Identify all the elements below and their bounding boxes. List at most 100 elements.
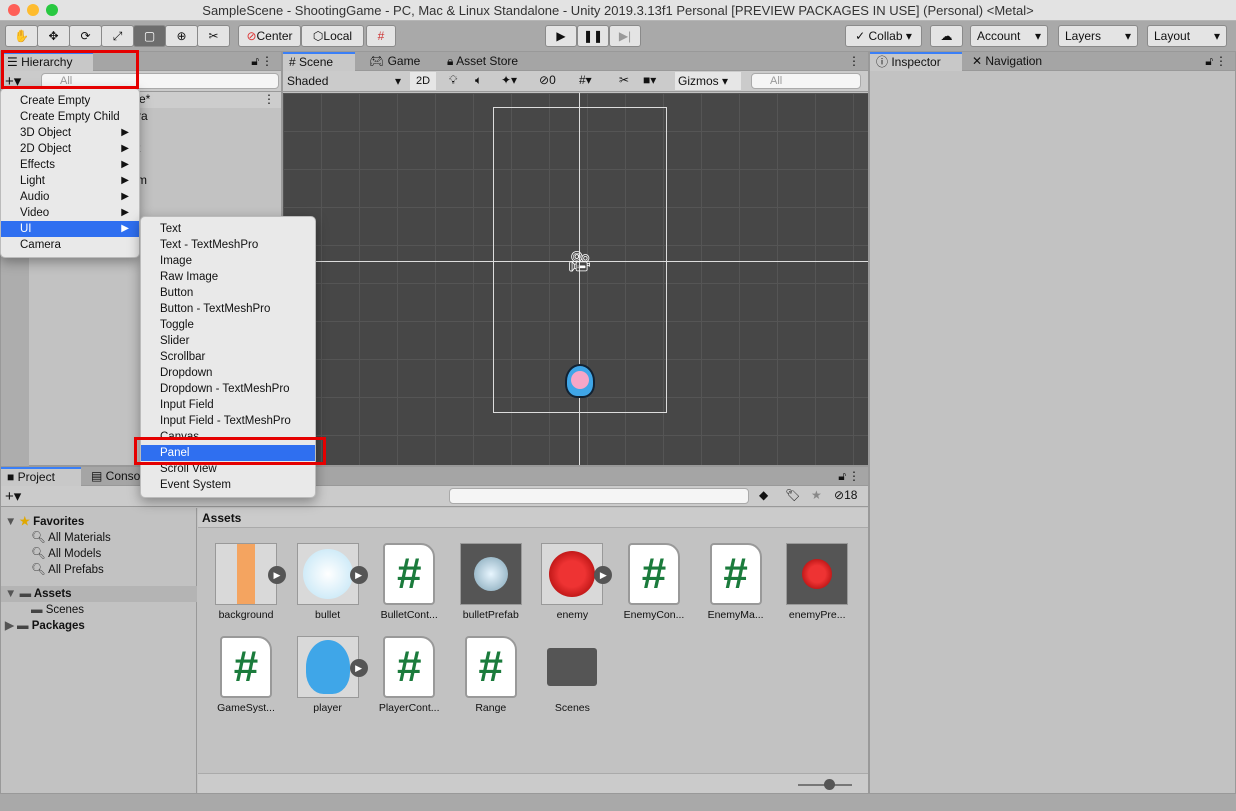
play-button[interactable]: ▶ xyxy=(545,25,577,47)
create-menu-item-create-empty-child[interactable]: Create Empty Child xyxy=(1,109,139,125)
create-menu-item-camera[interactable]: Camera xyxy=(1,237,139,253)
ui-menu-item-input-field-textmeshpro[interactable]: Input Field - TextMeshPro xyxy=(141,413,315,429)
tree-item-scenes[interactable]: ▬ Scenes xyxy=(1,602,197,618)
zoom-slider-thumb[interactable] xyxy=(824,779,835,790)
more-icon[interactable]: ⋮ xyxy=(848,54,860,68)
asset-bulletprefab[interactable]: bulletPrefab xyxy=(451,543,531,621)
tools-icon[interactable]: ✂ xyxy=(619,73,629,87)
tree-item-assets[interactable]: ▼ ▬ Assets xyxy=(1,586,197,602)
tab-scene[interactable]: # Scene xyxy=(283,52,355,71)
create-menu-item-light[interactable]: Light ▶ xyxy=(1,173,139,189)
hidden-objects-toggle[interactable]: ⊘0 xyxy=(539,73,556,87)
pivot-toggle[interactable]: ⊘ Center xyxy=(238,25,301,47)
ui-menu-item-toggle[interactable]: Toggle xyxy=(141,317,315,333)
asset-scenes[interactable]: Scenes xyxy=(532,636,612,714)
create-menu-item-audio[interactable]: Audio ▶ xyxy=(1,189,139,205)
zoom-window-button[interactable] xyxy=(46,4,58,16)
ui-menu-item-slider[interactable]: Slider xyxy=(141,333,315,349)
account-dropdown[interactable]: Account ▾ xyxy=(970,25,1048,47)
minimize-window-button[interactable] xyxy=(27,4,39,16)
shading-dropdown[interactable]: Shaded ▾ xyxy=(287,74,403,88)
expand-play-icon[interactable]: ▶ xyxy=(268,566,286,584)
asset-player[interactable]: ▶ player xyxy=(288,636,368,714)
more-icon[interactable]: ⋮ xyxy=(261,54,273,68)
favorite-icon[interactable]: ★ xyxy=(811,488,822,502)
lock-icon[interactable]: 🔓︎ xyxy=(1205,54,1213,69)
asset-bulletcont[interactable]: # BulletCont... xyxy=(369,543,449,621)
tab-project[interactable]: ■ Project xyxy=(1,467,81,486)
cloud-button[interactable]: ☁ xyxy=(930,25,963,47)
scale-tool-button[interactable]: ⤢ xyxy=(101,25,134,47)
expand-arrow-icon[interactable]: ▼ xyxy=(5,588,20,600)
expand-play-icon[interactable]: ▶ xyxy=(594,566,613,584)
ui-menu-item-raw-image[interactable]: Raw Image xyxy=(141,269,315,285)
scene-search[interactable]: All xyxy=(751,73,861,89)
asset-enemypre[interactable]: enemyPre... xyxy=(777,543,857,621)
tree-item-all-models[interactable]: 🔍︎ All Models xyxy=(1,546,197,562)
more-icon[interactable]: ⋮ xyxy=(848,469,860,483)
asset-gamesyst[interactable]: # GameSyst... xyxy=(206,636,286,714)
grid-icon[interactable]: #▾ xyxy=(579,73,592,87)
camera-icon[interactable]: ■▾ xyxy=(643,73,656,87)
tree-item-packages[interactable]: ▶ ▬ Packages xyxy=(1,618,197,634)
rect-tool-button[interactable]: ▢ xyxy=(133,25,166,47)
close-window-button[interactable] xyxy=(8,4,20,16)
breadcrumb[interactable]: Assets xyxy=(198,508,868,528)
step-button[interactable]: ▶| xyxy=(609,25,641,47)
hidden-packages-toggle[interactable]: ⊘18 xyxy=(834,488,857,502)
create-menu-item-2d-object[interactable]: 2D Object ▶ xyxy=(1,141,139,157)
collab-dropdown[interactable]: ✓ Collab ▾ xyxy=(845,25,922,47)
space-toggle[interactable]: ⬡ Local xyxy=(301,25,364,47)
type-filter-icon[interactable]: ◆ xyxy=(759,488,768,502)
ui-menu-item-text-textmeshpro[interactable]: Text - TextMeshPro xyxy=(141,237,315,253)
layout-dropdown[interactable]: Layout ▾ xyxy=(1147,25,1227,47)
lighting-icon[interactable]: 💡︎ xyxy=(449,73,457,88)
label-filter-icon[interactable]: 🏷︎ xyxy=(785,488,800,502)
scene-viewport[interactable]: 🎥︎ xyxy=(283,93,868,465)
tree-item-all-materials[interactable]: 🔍︎ All Materials xyxy=(1,530,197,546)
snap-button[interactable]: # xyxy=(366,25,396,47)
create-menu-item-create-empty[interactable]: Create Empty xyxy=(1,93,139,109)
pause-button[interactable]: ❚❚ xyxy=(577,25,609,47)
asset-bullet[interactable]: ▶ bullet xyxy=(288,543,368,621)
expand-play-icon[interactable]: ▶ xyxy=(349,566,368,584)
ui-menu-item-input-field[interactable]: Input Field xyxy=(141,397,315,413)
tree-item-all-prefabs[interactable]: 🔍︎ All Prefabs xyxy=(1,562,197,578)
lock-icon[interactable]: 🔓︎ xyxy=(838,469,846,484)
ui-menu-item-button-textmeshpro[interactable]: Button - TextMeshPro xyxy=(141,301,315,317)
expand-arrow-icon[interactable]: ▼ xyxy=(5,516,20,528)
expand-play-icon[interactable]: ▶ xyxy=(349,659,368,677)
lock-icon[interactable]: 🔓︎ xyxy=(251,54,259,69)
ui-menu-item-scrollbar[interactable]: Scrollbar xyxy=(141,349,315,365)
tab-asset-store[interactable]: 🔒︎ Asset Store xyxy=(441,52,524,71)
camera-gizmo-icon[interactable]: 🎥︎ xyxy=(567,249,592,274)
ui-menu-item-event-system[interactable]: Event System xyxy=(141,477,315,493)
move-tool-button[interactable]: ✥ xyxy=(37,25,70,47)
ui-menu-item-text[interactable]: Text xyxy=(141,221,315,237)
audio-icon[interactable]: 🔈︎ xyxy=(475,73,482,88)
tab-inspector[interactable]: ⓘ Inspector xyxy=(870,52,962,71)
layers-dropdown[interactable]: Layers ▾ xyxy=(1058,25,1138,47)
transform-tool-button[interactable]: ⊕ xyxy=(165,25,198,47)
asset-range[interactable]: # Range xyxy=(451,636,531,714)
ui-menu-item-dropdown-textmeshpro[interactable]: Dropdown - TextMeshPro xyxy=(141,381,315,397)
expand-arrow-icon[interactable]: ▶ xyxy=(5,620,17,632)
create-menu-item-effects[interactable]: Effects ▶ xyxy=(1,157,139,173)
asset-playercont[interactable]: # PlayerCont... xyxy=(369,636,449,714)
ui-menu-item-dropdown[interactable]: Dropdown xyxy=(141,365,315,381)
asset-enemycon[interactable]: # EnemyCon... xyxy=(614,543,694,621)
more-icon[interactable]: ⋮ xyxy=(1215,54,1227,68)
tab-game[interactable]: 🎮︎ Game xyxy=(363,52,426,71)
hand-tool-button[interactable]: ✋ xyxy=(5,25,38,47)
asset-background[interactable]: ▶ background xyxy=(206,543,286,621)
rotate-tool-button[interactable]: ⟳ xyxy=(69,25,102,47)
more-icon[interactable]: ⋮ xyxy=(263,92,275,106)
create-button[interactable]: +▾ xyxy=(5,487,21,505)
project-search[interactable] xyxy=(449,488,749,504)
tab-navigation[interactable]: ✕ Navigation xyxy=(966,52,1048,71)
ui-menu-item-image[interactable]: Image xyxy=(141,253,315,269)
gizmos-dropdown[interactable]: Gizmos ▾ xyxy=(675,72,741,90)
create-menu-item-3d-object[interactable]: 3D Object ▶ xyxy=(1,125,139,141)
player-sprite[interactable] xyxy=(565,364,595,398)
custom-tool-button[interactable]: ✂ xyxy=(197,25,230,47)
